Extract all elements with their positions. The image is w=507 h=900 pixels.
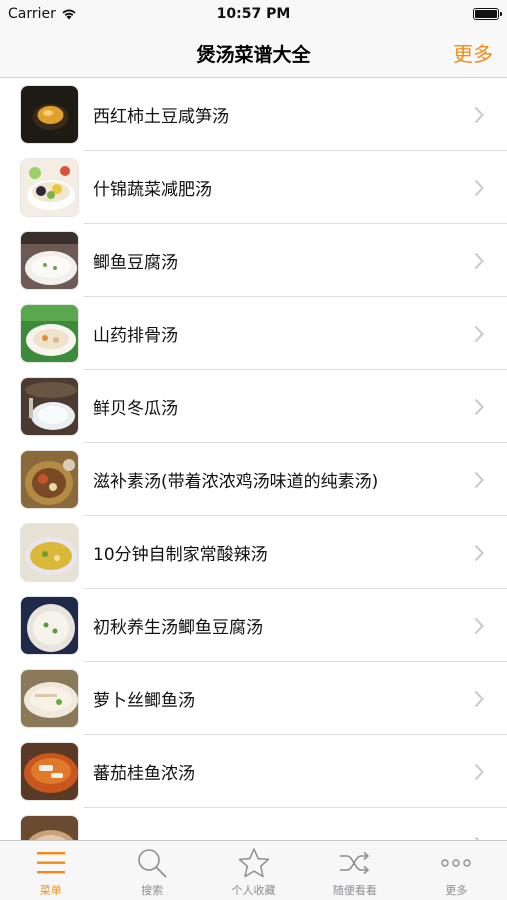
recipe-thumbnail [20, 231, 79, 290]
list-item[interactable]: 西红柿土豆咸笋汤 [0, 78, 507, 151]
list-item[interactable] [0, 808, 507, 840]
recipe-title: 滋补素汤(带着浓浓鸡汤味道的纯素汤) [93, 472, 379, 492]
tab-label: 菜单 [39, 884, 62, 897]
chevron-right-icon [465, 544, 493, 562]
chevron-right-icon [465, 179, 493, 197]
recipe-title: 鲫鱼豆腐汤 [93, 253, 178, 273]
recipe-thumbnail [20, 596, 79, 655]
tab-label: 个人收藏 [231, 884, 276, 897]
list-item[interactable]: 初秋养生汤鲫鱼豆腐汤 [0, 589, 507, 662]
recipe-title: 初秋养生汤鲫鱼豆腐汤 [93, 618, 263, 638]
list-item[interactable]: 鲜贝冬瓜汤 [0, 370, 507, 443]
status-bar: Carrier 10:57 PM [0, 0, 507, 28]
list-item[interactable]: 鲫鱼豆腐汤 [0, 224, 507, 297]
recipe-thumbnail [20, 450, 79, 509]
chevron-right-icon [465, 690, 493, 708]
tab-favorites[interactable]: 个人收藏 [203, 841, 304, 900]
list-item[interactable]: 萝卜丝鲫鱼汤 [0, 662, 507, 735]
chevron-right-icon [465, 325, 493, 343]
recipe-list: 西红柿土豆咸笋汤 什锦蔬菜减肥汤 鲫鱼豆腐汤 山药排骨汤 鲜贝冬瓜汤 滋补素汤(… [0, 78, 507, 840]
list-item[interactable]: 蕃茄桂鱼浓汤 [0, 735, 507, 808]
chevron-right-icon [465, 252, 493, 270]
shuffle-icon [339, 845, 371, 881]
tab-more[interactable]: 更多 [406, 841, 507, 900]
chevron-right-icon [465, 106, 493, 124]
list-item[interactable]: 10分钟自制家常酸辣汤 [0, 516, 507, 589]
list-item[interactable]: 山药排骨汤 [0, 297, 507, 370]
recipe-title: 蕃茄桂鱼浓汤 [93, 764, 195, 784]
tab-label: 随便看看 [332, 884, 377, 897]
status-time: 10:57 PM [216, 6, 291, 22]
tab-menu[interactable]: 菜单 [0, 841, 101, 900]
recipe-thumbnail [20, 742, 79, 801]
recipe-thumbnail [20, 377, 79, 436]
recipe-thumbnail [20, 158, 79, 217]
chevron-right-icon [465, 763, 493, 781]
chevron-right-icon [465, 398, 493, 416]
recipe-title: 10分钟自制家常酸辣汤 [93, 545, 268, 565]
battery-icon [473, 8, 502, 20]
recipe-title: 西红柿土豆咸笋汤 [93, 107, 229, 127]
tab-search[interactable]: 搜索 [101, 841, 202, 900]
search-icon [136, 845, 168, 881]
list-item[interactable]: 什锦蔬菜减肥汤 [0, 151, 507, 224]
list-item[interactable]: 滋补素汤(带着浓浓鸡汤味道的纯素汤) [0, 443, 507, 516]
menu-icon [36, 845, 66, 881]
recipe-title: 山药排骨汤 [93, 326, 178, 346]
recipe-thumbnail [20, 669, 79, 728]
recipe-thumbnail [20, 815, 79, 840]
star-icon [238, 845, 270, 881]
nav-bar: 煲汤菜谱大全 更多 [0, 28, 507, 78]
tab-label: 更多 [445, 884, 468, 897]
recipe-title: 萝卜丝鲫鱼汤 [93, 691, 195, 711]
tab-label: 搜索 [141, 884, 164, 897]
recipe-thumbnail [20, 523, 79, 582]
tab-random[interactable]: 随便看看 [304, 841, 405, 900]
recipe-title: 什锦蔬菜减肥汤 [93, 180, 212, 200]
chevron-right-icon [465, 471, 493, 489]
chevron-right-icon [465, 617, 493, 635]
more-dots-icon [440, 845, 472, 881]
recipe-thumbnail [20, 85, 79, 144]
more-button[interactable]: 更多 [453, 38, 493, 67]
tab-bar: 菜单 搜索 个人收藏 随便看看 更多 [0, 840, 507, 900]
recipe-thumbnail [20, 304, 79, 363]
page-title: 煲汤菜谱大全 [196, 44, 311, 66]
recipe-title: 鲜贝冬瓜汤 [93, 399, 178, 419]
